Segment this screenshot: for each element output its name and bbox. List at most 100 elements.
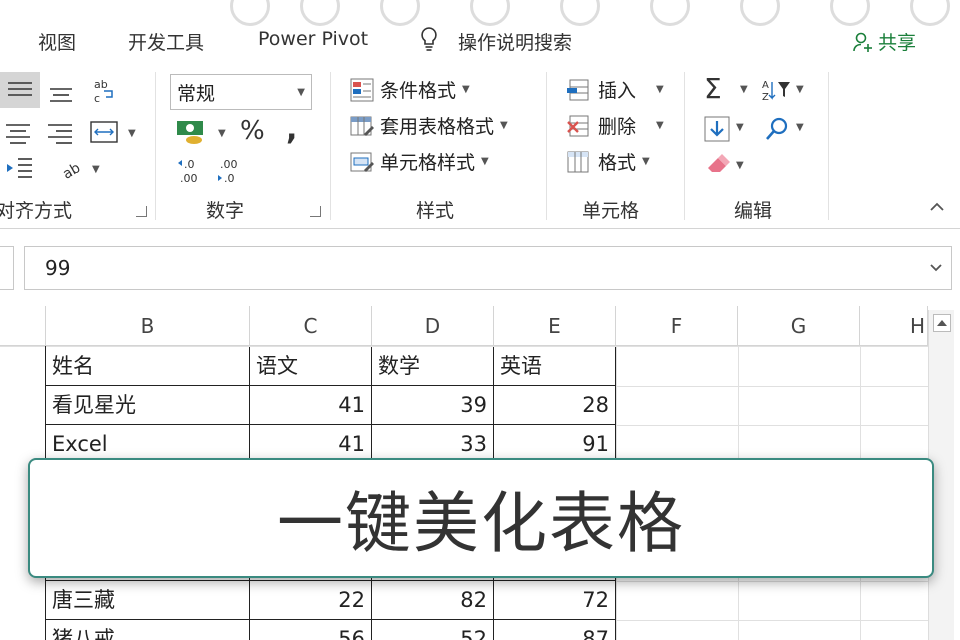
- collapse-ribbon-icon[interactable]: [930, 200, 944, 214]
- name-box[interactable]: [0, 246, 14, 290]
- divider: [0, 228, 960, 229]
- chevron-down-icon: ▼: [481, 156, 489, 167]
- number-dialog-launcher[interactable]: [310, 206, 321, 217]
- clear-dropdown-caret[interactable]: ▼: [736, 160, 744, 171]
- find-select-icon[interactable]: [764, 116, 790, 142]
- svg-text:.00: .00: [180, 172, 198, 185]
- alignment-group-label: 对齐方式: [0, 200, 73, 222]
- align-left-button[interactable]: [0, 72, 40, 108]
- table-cell[interactable]: 英语: [494, 347, 616, 386]
- table-cell[interactable]: 39: [372, 386, 494, 425]
- ribbon: ab c ▼ ab ▼ 对齐方式 常规 ▼ ▼ % , .0 .00 .00 .…: [0, 64, 960, 224]
- clear-eraser-icon[interactable]: [704, 152, 734, 176]
- orientation-icon[interactable]: ab: [60, 156, 86, 180]
- table-cell[interactable]: 22: [250, 581, 372, 620]
- formula-bar[interactable]: 99: [24, 246, 952, 290]
- tab-developer[interactable]: 开发工具: [128, 28, 204, 55]
- fill-down-icon[interactable]: [704, 116, 730, 142]
- svg-text:.0: .0: [184, 158, 195, 171]
- alignment-dialog-launcher[interactable]: [136, 206, 147, 217]
- column-header-d[interactable]: D: [372, 306, 494, 346]
- format-as-table-label: 套用表格格式: [380, 116, 495, 138]
- merge-center-icon[interactable]: [90, 120, 120, 146]
- format-as-table-button[interactable]: 套用表格格式 ▼: [350, 112, 508, 139]
- table-cell[interactable]: 28: [494, 386, 616, 425]
- table-cell[interactable]: 87: [494, 620, 616, 640]
- cell-styles-icon: [350, 152, 374, 172]
- excel-window: 视图 开发工具 Power Pivot 操作说明搜索 共享 ab c ▼ ab …: [0, 0, 960, 640]
- autosum-icon[interactable]: Σ: [704, 72, 722, 105]
- svg-text:c: c: [94, 92, 100, 105]
- table-cell[interactable]: 41: [250, 386, 372, 425]
- share-button[interactable]: 共享: [852, 28, 916, 55]
- table-cell[interactable]: 82: [372, 581, 494, 620]
- column-header-a[interactable]: [0, 306, 46, 346]
- cell-styles-button[interactable]: 单元格样式 ▼: [350, 148, 489, 175]
- table-cell[interactable]: 猪八戒: [46, 620, 250, 640]
- indent-icon[interactable]: [6, 156, 34, 180]
- table-cell[interactable]: 唐三藏: [46, 581, 250, 620]
- column-header-h[interactable]: H: [860, 306, 928, 346]
- group-separator: [546, 72, 547, 220]
- comma-style-button[interactable]: ,: [286, 112, 297, 147]
- increase-decimal-icon[interactable]: .0 .00: [176, 156, 210, 186]
- number-format-select[interactable]: 常规 ▼: [170, 74, 312, 110]
- tell-me-search[interactable]: 操作说明搜索: [458, 28, 572, 55]
- lightbulb-icon[interactable]: [418, 26, 440, 52]
- table-cell[interactable]: 数学: [372, 347, 494, 386]
- table-cell[interactable]: 语文: [250, 347, 372, 386]
- format-as-table-icon: [350, 116, 374, 136]
- align-right-icon[interactable]: [48, 122, 74, 144]
- cell-styles-label: 单元格样式: [380, 152, 476, 174]
- chevron-down-icon: ▼: [462, 84, 470, 95]
- accounting-dropdown-caret[interactable]: ▼: [218, 128, 226, 139]
- insert-cells-icon: [567, 79, 589, 100]
- percent-style-button[interactable]: %: [240, 116, 265, 146]
- tab-view[interactable]: 视图: [38, 28, 76, 55]
- wrap-text-icon[interactable]: ab c: [92, 78, 118, 106]
- fill-dropdown-caret[interactable]: ▼: [736, 122, 744, 133]
- gridline: [616, 386, 928, 387]
- table-cell[interactable]: 56: [250, 620, 372, 640]
- sort-filter-icon[interactable]: A Z: [762, 78, 792, 102]
- merge-dropdown-caret[interactable]: ▼: [128, 128, 136, 139]
- chevron-down-icon[interactable]: [929, 261, 943, 275]
- insert-label: 插入: [598, 80, 637, 102]
- table-cell[interactable]: 52: [372, 620, 494, 640]
- caption-banner: 一键美化表格: [28, 458, 934, 578]
- insert-cells-button[interactable]: 插入 ▼: [566, 76, 664, 103]
- table-cell[interactable]: 看见星光: [46, 386, 250, 425]
- editing-group-label: 编辑: [734, 200, 773, 222]
- format-cells-button[interactable]: 格式 ▼: [566, 148, 650, 175]
- table-cell[interactable]: 72: [494, 581, 616, 620]
- autosum-dropdown-caret[interactable]: ▼: [740, 84, 748, 95]
- find-dropdown-caret[interactable]: ▼: [796, 122, 804, 133]
- accounting-format-icon[interactable]: [176, 118, 208, 146]
- align-middle-icon[interactable]: [50, 84, 74, 104]
- chevron-down-icon: ▼: [656, 84, 664, 95]
- sort-filter-dropdown-caret[interactable]: ▼: [796, 84, 804, 95]
- decrease-decimal-icon[interactable]: .00 .0: [216, 156, 250, 186]
- orientation-dropdown-caret[interactable]: ▼: [92, 164, 100, 175]
- align-center-icon[interactable]: [6, 122, 32, 144]
- conditional-formatting-icon: [350, 78, 374, 101]
- column-header-g[interactable]: G: [738, 306, 860, 346]
- column-header-c[interactable]: C: [250, 306, 372, 346]
- column-header-f[interactable]: F: [616, 306, 738, 346]
- conditional-formatting-button[interactable]: 条件格式 ▼: [350, 76, 470, 103]
- formula-bar-value: 99: [45, 256, 71, 280]
- triangle-up-icon: [937, 320, 947, 326]
- svg-text:.00: .00: [220, 158, 238, 171]
- group-separator: [684, 72, 685, 220]
- delete-cells-button[interactable]: 删除 ▼: [566, 112, 664, 139]
- table-cell[interactable]: 姓名: [46, 347, 250, 386]
- share-label: 共享: [878, 32, 917, 54]
- column-header-e[interactable]: E: [494, 306, 616, 346]
- format-cells-icon: [567, 151, 589, 172]
- column-header-b[interactable]: B: [46, 306, 250, 346]
- scroll-up-button[interactable]: [933, 314, 951, 332]
- format-label: 格式: [598, 152, 637, 174]
- person-add-icon: [853, 32, 872, 52]
- chevron-down-icon: ▼: [297, 86, 305, 98]
- tab-power-pivot[interactable]: Power Pivot: [258, 28, 368, 50]
